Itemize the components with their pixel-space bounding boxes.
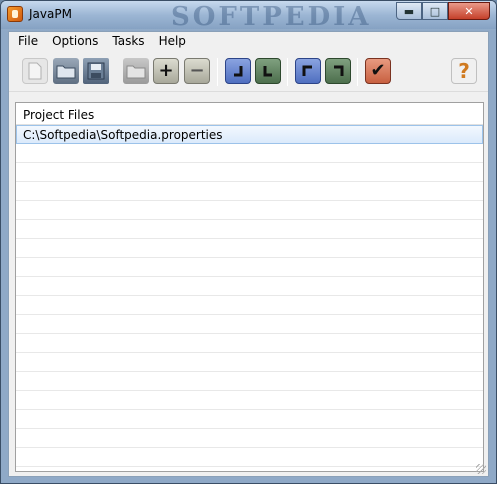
- maximize-button[interactable]: □: [422, 2, 448, 20]
- empty-row: [16, 448, 483, 467]
- save-disk-icon[interactable]: [83, 58, 109, 84]
- app-window: JavaPM SOFTPEDIA ▬ □ ✕ File Options Task…: [0, 0, 497, 484]
- menu-bar: File Options Tasks Help: [9, 32, 488, 52]
- toolbar-separator: [217, 58, 218, 86]
- title-bar[interactable]: JavaPM SOFTPEDIA ▬ □ ✕: [1, 1, 496, 32]
- arrow-down-left-icon[interactable]: [225, 58, 251, 84]
- menu-file[interactable]: File: [11, 34, 45, 52]
- add-icon[interactable]: +: [153, 58, 179, 84]
- menu-help[interactable]: Help: [152, 34, 193, 52]
- empty-row: [16, 429, 483, 448]
- empty-row: [16, 334, 483, 353]
- window-controls: ▬ □ ✕: [396, 2, 490, 20]
- empty-row: [16, 353, 483, 372]
- checkmark-icon[interactable]: ✔: [365, 58, 391, 84]
- close-button[interactable]: ✕: [448, 2, 490, 20]
- folder-disabled-icon[interactable]: [123, 58, 149, 84]
- empty-row: [16, 391, 483, 410]
- empty-row: [16, 410, 483, 429]
- empty-row: [16, 277, 483, 296]
- toolbar: + − ✔ ?: [9, 52, 488, 92]
- project-files-list[interactable]: Project Files C:\Softpedia\Softpedia.pro…: [15, 102, 484, 472]
- watermark: SOFTPEDIA: [171, 2, 372, 32]
- empty-row: [16, 201, 483, 220]
- toolbar-separator: [357, 58, 358, 86]
- arrow-down-right-icon[interactable]: [255, 58, 281, 84]
- minimize-button[interactable]: ▬: [396, 2, 422, 20]
- arrow-up-right-icon[interactable]: [325, 58, 351, 84]
- toolbar-separator: [287, 58, 288, 86]
- resize-grip[interactable]: [476, 464, 486, 474]
- arrow-up-left-icon[interactable]: [295, 58, 321, 84]
- empty-row: [16, 182, 483, 201]
- empty-row: [16, 296, 483, 315]
- empty-row: [16, 258, 483, 277]
- menu-options[interactable]: Options: [45, 34, 105, 52]
- client-area: File Options Tasks Help + − ✔ ? Project …: [8, 31, 489, 477]
- window-title: JavaPM: [29, 7, 72, 21]
- empty-row: [16, 144, 483, 163]
- empty-row: [16, 220, 483, 239]
- javapm-app-icon: [7, 6, 23, 22]
- empty-row: [16, 239, 483, 258]
- list-item[interactable]: C:\Softpedia\Softpedia.properties: [16, 125, 483, 144]
- remove-icon[interactable]: −: [184, 58, 210, 84]
- new-document-icon[interactable]: [22, 58, 48, 84]
- list-rows: C:\Softpedia\Softpedia.properties: [16, 125, 483, 471]
- empty-row: [16, 163, 483, 182]
- open-folder-icon[interactable]: [53, 58, 79, 84]
- menu-tasks[interactable]: Tasks: [105, 34, 151, 52]
- help-icon[interactable]: ?: [451, 58, 477, 84]
- list-header[interactable]: Project Files: [16, 103, 483, 125]
- empty-row: [16, 372, 483, 391]
- empty-row: [16, 315, 483, 334]
